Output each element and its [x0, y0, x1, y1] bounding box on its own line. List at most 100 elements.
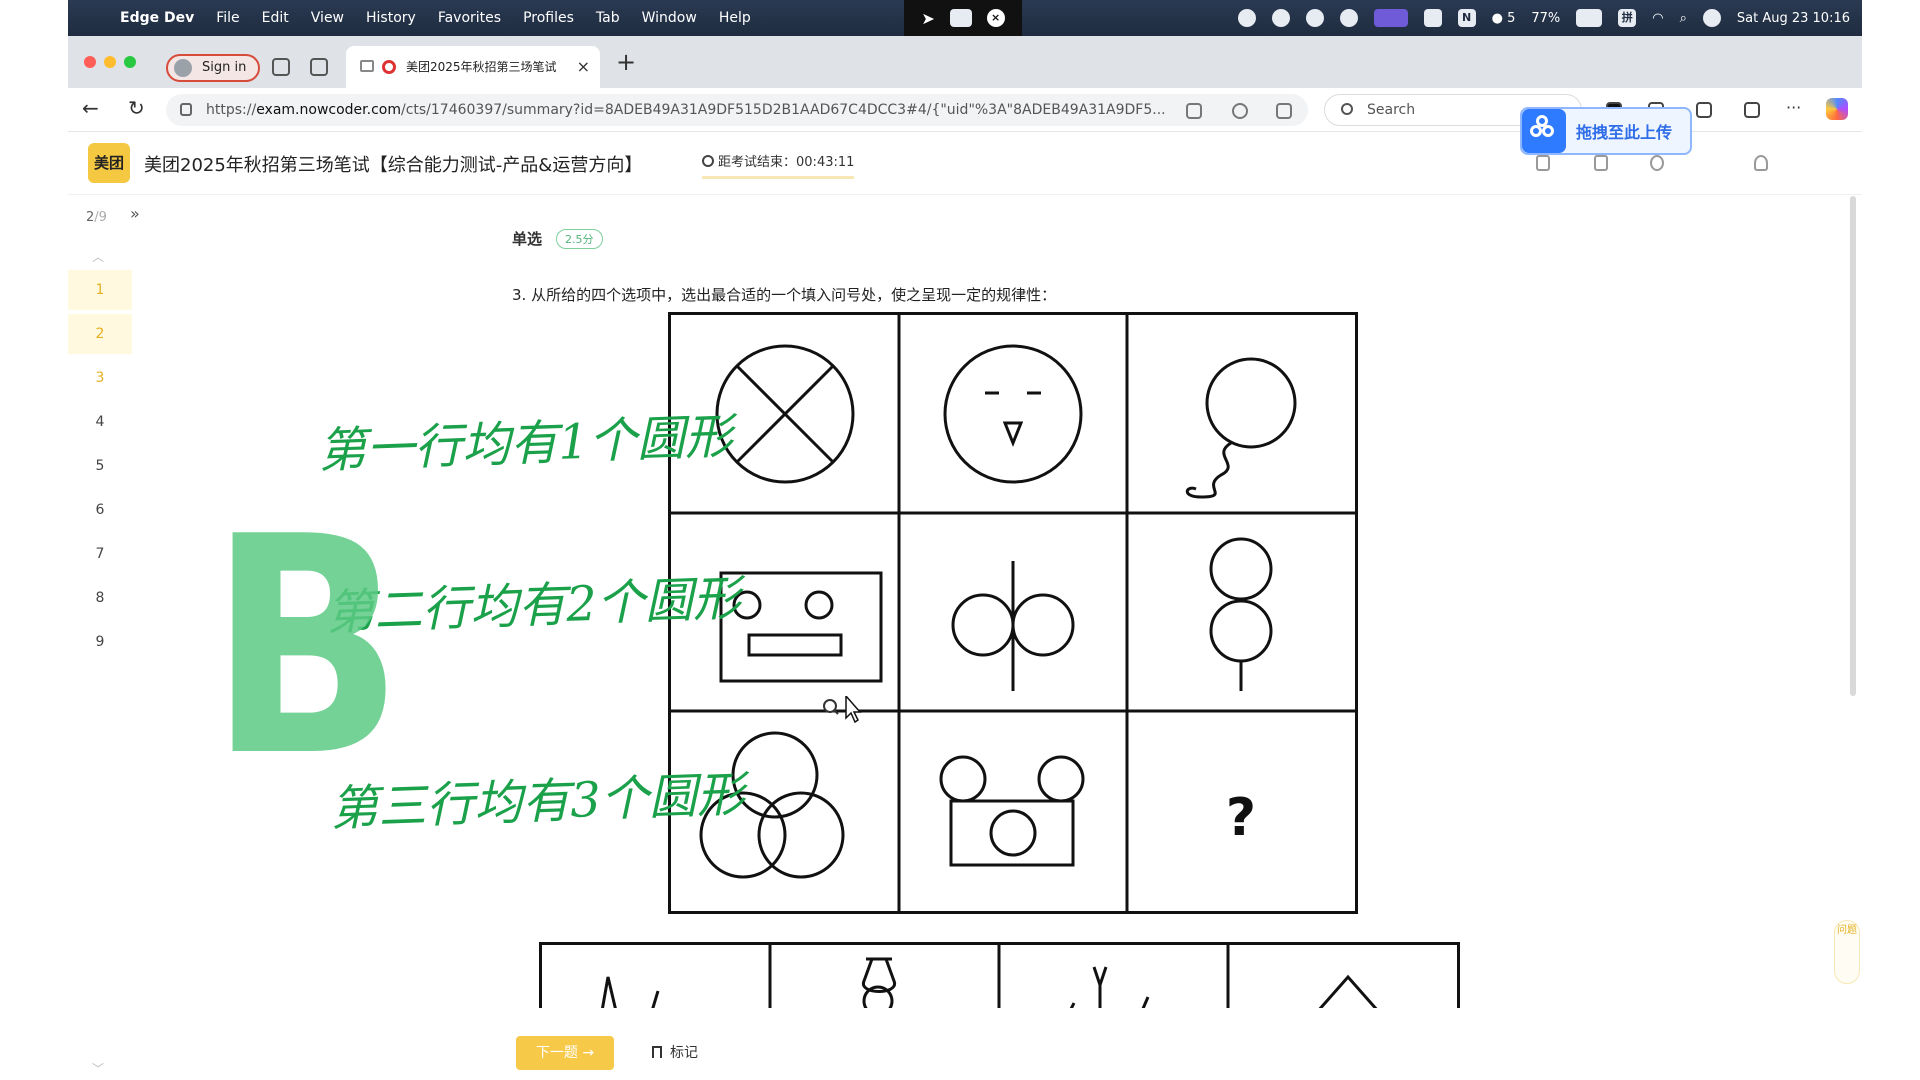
user-icon[interactable] [1754, 155, 1768, 171]
question-type: 单选 [512, 230, 543, 248]
extensions-icon[interactable] [1744, 102, 1760, 118]
minimize-window-button[interactable] [104, 56, 116, 68]
wechat-count: 5 [1507, 10, 1516, 26]
question-number-6[interactable]: 6 [68, 490, 132, 530]
question-progress: 2/9 [86, 210, 107, 225]
battery-icon[interactable] [1576, 9, 1603, 27]
menu-profiles[interactable]: Profiles [523, 10, 574, 26]
scroll-down-icon[interactable]: ﹀ [92, 1060, 104, 1077]
figure-stacked-circles [1209, 537, 1273, 691]
tab-favicon [382, 60, 396, 74]
question-number-4[interactable]: 4 [68, 402, 132, 442]
app-name[interactable]: Edge Dev [120, 10, 194, 26]
url-prefix: https:// [206, 102, 257, 118]
camera-icon[interactable] [1650, 155, 1664, 171]
feedback-float-button[interactable]: 问题 [1834, 920, 1860, 984]
screen: Edge Dev File Edit View History Favorite… [0, 0, 1920, 1080]
search-placeholder: Search [1367, 102, 1416, 118]
flag-icon [652, 1046, 662, 1058]
figure-mouse [939, 755, 1085, 867]
grid-app-icon[interactable] [1423, 9, 1442, 27]
question-number-3[interactable]: 3 [68, 358, 132, 398]
url-host: exam.nowcoder.com [256, 102, 401, 118]
question-number-8[interactable]: 8 [68, 578, 132, 618]
app-available-icon[interactable] [1186, 103, 1202, 119]
tab-actions-icon[interactable] [310, 58, 328, 76]
notion-icon[interactable]: N [1457, 9, 1476, 27]
input-method-icon[interactable]: 拼 [1618, 9, 1637, 27]
wechat-icon[interactable]: ● 5 [1492, 11, 1516, 26]
refresh-icon[interactable]: ↻ [128, 96, 145, 120]
menu-file[interactable]: File [216, 10, 239, 26]
mark-label: 标记 [670, 1045, 698, 1061]
timer-label: 距考试结束： [718, 155, 797, 170]
more-menu-icon[interactable]: ··· [1786, 98, 1801, 117]
wifi-icon[interactable]: ◠ [1652, 11, 1663, 26]
scroll-up-icon[interactable]: ︿ [92, 248, 104, 265]
question-navigator: 2/9 » ︿ 1 2 3 4 5 6 7 8 9 ﹀ [68, 196, 140, 1080]
monitor-icon[interactable] [1594, 155, 1608, 171]
spotlight-icon[interactable]: ⌕ [1680, 11, 1687, 26]
macos-menubar: Edge Dev File Edit View History Favorite… [68, 0, 1862, 36]
favorite-star-icon[interactable] [1276, 103, 1292, 119]
drag-upload-popup[interactable]: 拖拽至此上传 [1520, 107, 1692, 155]
countdown-timer: 距考试结束：00:43:11 [702, 151, 855, 179]
exam-title: 美团2025年秋招第三场笔试【综合能力测试-产品&运营方向】 [144, 155, 643, 176]
answer-options-row [539, 942, 1460, 1008]
menu-tab[interactable]: Tab [596, 10, 620, 26]
new-tab-button[interactable]: + [616, 48, 636, 76]
copilot-icon[interactable] [1826, 98, 1848, 120]
sign-in-button[interactable]: Sign in [166, 54, 261, 82]
zoom-window-button[interactable] [124, 56, 136, 68]
menu-edit[interactable]: Edit [262, 10, 289, 26]
browser-tab-strip: Sign in 美团2025年秋招第三场笔试 × + [68, 36, 1862, 88]
progress-total: /9 [94, 210, 107, 225]
datetime[interactable]: Sat Aug 23 10:16 [1737, 11, 1850, 26]
tab-close-icon[interactable]: × [577, 46, 590, 88]
workspaces-icon[interactable] [272, 58, 290, 76]
figure-face [943, 344, 1083, 484]
chat-app-icon[interactable] [1237, 9, 1256, 27]
question-number-7[interactable]: 7 [68, 534, 132, 574]
back-icon[interactable]: ← [82, 96, 99, 120]
question-number-1[interactable]: 1 [68, 270, 132, 310]
figure-grid-drawing: ? [671, 315, 1355, 911]
reading-mode-icon[interactable] [1232, 103, 1248, 119]
meituan-logo: 美团 [88, 143, 130, 183]
menu-history[interactable]: History [366, 10, 416, 26]
half-moon-icon[interactable] [1305, 9, 1324, 27]
page-scrollbar[interactable] [1850, 196, 1856, 696]
figure-circle-cross [715, 344, 855, 484]
screenshot-icon[interactable] [949, 9, 972, 27]
figure-double-circle-stem [951, 561, 1075, 691]
lock-icon[interactable] [180, 103, 192, 116]
close-window-button[interactable] [84, 56, 96, 68]
figure-balloon [1185, 357, 1297, 499]
next-question-button[interactable]: 下一题 → [516, 1036, 614, 1070]
cloud-app-icon[interactable] [1271, 9, 1290, 27]
timer-value: 00:43:11 [796, 155, 855, 170]
tab-active[interactable]: 美团2025年秋招第三场笔试 × [346, 46, 600, 88]
window-controls [84, 56, 136, 68]
left-margin [0, 0, 68, 1080]
upload-label: 拖拽至此上传 [1576, 123, 1673, 142]
expand-nav-icon[interactable]: » [130, 204, 140, 223]
microphone-icon[interactable] [1536, 155, 1550, 171]
control-center-icon[interactable] [1702, 9, 1721, 27]
question-number-9[interactable]: 9 [68, 622, 132, 662]
battery-percent: 77% [1531, 10, 1561, 26]
question-number-2[interactable]: 2 [68, 314, 132, 354]
menu-favorites[interactable]: Favorites [438, 10, 501, 26]
question-number-5[interactable]: 5 [68, 446, 132, 486]
bubble-icon[interactable] [1339, 9, 1358, 27]
stop-recording-icon[interactable]: × [986, 9, 1005, 27]
screen-mirror-icon[interactable] [1373, 9, 1408, 27]
figure-cassette [719, 571, 883, 683]
address-bar[interactable]: https://exam.nowcoder.com/cts/17460397/s… [166, 94, 1308, 126]
menu-view[interactable]: View [311, 10, 344, 26]
menu-window[interactable]: Window [642, 10, 697, 26]
menu-help[interactable]: Help [719, 10, 751, 26]
favorites-icon[interactable] [1696, 102, 1712, 118]
cursor-tool-icon[interactable]: ➤ [921, 9, 934, 28]
mark-question-button[interactable]: 标记 [652, 1042, 698, 1062]
